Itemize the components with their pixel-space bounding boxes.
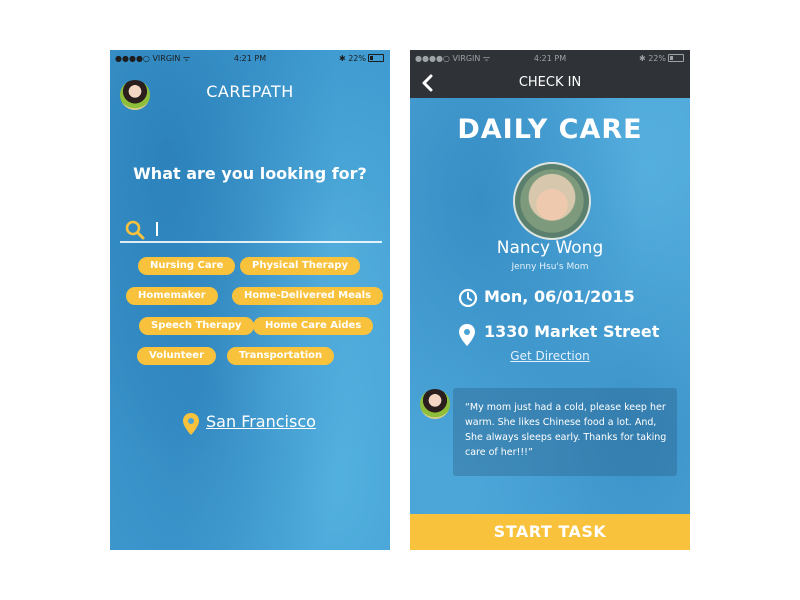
search-icon <box>125 220 145 240</box>
battery-label: ✱ 22% <box>638 54 666 63</box>
chip-nursing-care[interactable]: Nursing Care <box>138 257 236 275</box>
patient-name: Nancy Wong <box>496 238 604 258</box>
address-text: 1330 Market Street <box>484 322 660 341</box>
app-title: CAREPATH <box>206 82 294 101</box>
battery-indicator: ✱ 22% <box>639 50 684 68</box>
location-pin-icon <box>183 413 199 435</box>
clock-icon <box>458 288 478 308</box>
check-in-screen: ●●●●○ VIRGIN ᯤ 4:21 PM ✱ 22% CHECK IN DA… <box>410 50 690 550</box>
chip-volunteer[interactable]: Volunteer <box>137 347 217 365</box>
chip-transportation[interactable]: Transportation <box>227 347 335 365</box>
battery-icon <box>368 54 384 62</box>
requester-avatar <box>420 389 450 419</box>
chip-speech-therapy[interactable]: Speech Therapy <box>139 317 254 335</box>
nav-bar: CHECK IN <box>410 68 690 98</box>
patient-photo <box>513 162 591 240</box>
text-cursor <box>156 222 158 236</box>
start-task-button[interactable]: START TASK <box>410 514 690 550</box>
patient-relation: Jenny Hsu's Mom <box>511 262 589 272</box>
search-prompt: What are you looking for? <box>133 164 367 183</box>
battery-label: ✱ 22% <box>338 54 366 63</box>
chip-physical-therapy[interactable]: Physical Therapy <box>240 257 361 275</box>
chip-home-delivered-meals[interactable]: Home-Delivered Meals <box>232 287 384 305</box>
chip-home-care-aides[interactable]: Home Care Aides <box>253 317 374 335</box>
status-bar: ●●●●○ VIRGIN ᯤ 4:21 PM ✱ 22% <box>110 50 390 68</box>
battery-indicator: ✱ 22% <box>339 50 384 68</box>
page-title: DAILY CARE <box>457 114 643 145</box>
get-direction-link[interactable]: Get Direction <box>410 349 690 363</box>
date-text: Mon, 06/01/2015 <box>484 287 635 306</box>
location-city-link[interactable]: San Francisco <box>206 412 316 431</box>
note-text: “My mom just had a cold, please keep her… <box>465 402 667 458</box>
location-pin-icon <box>459 324 475 346</box>
battery-icon <box>668 54 684 62</box>
nav-title: CHECK IN <box>518 75 582 90</box>
note-bubble: “My mom just had a cold, please keep her… <box>453 388 677 476</box>
chip-homemaker[interactable]: Homemaker <box>126 287 218 305</box>
search-input[interactable] <box>120 215 382 243</box>
search-screen: ●●●●○ VIRGIN ᯤ 4:21 PM ✱ 22% CAREPATH Wh… <box>110 50 390 550</box>
status-bar: ●●●●○ VIRGIN ᯤ 4:21 PM ✱ 22% <box>410 50 690 68</box>
